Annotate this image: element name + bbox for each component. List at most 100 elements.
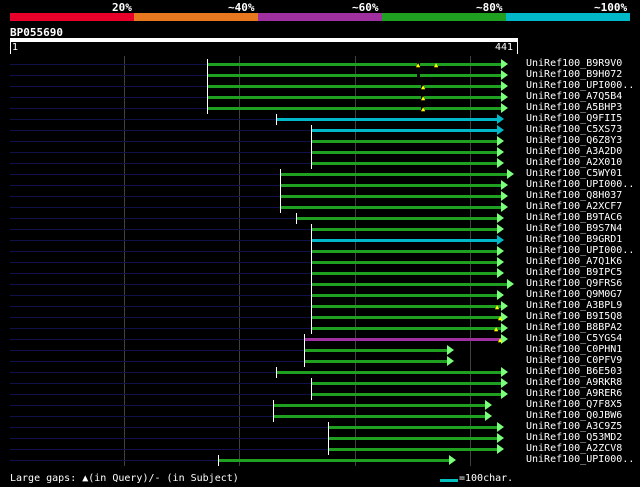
hit-label[interactable]: UniRef100_B9TAC6	[526, 212, 622, 223]
hit-alignment-bar[interactable]	[311, 239, 498, 242]
hit-alignment-bar[interactable]	[311, 327, 502, 330]
legend-band-purple	[258, 13, 382, 21]
hit-alignment-bar[interactable]	[311, 140, 498, 143]
hit-alignment-bar[interactable]	[280, 206, 502, 209]
hit-label[interactable]: UniRef100_A5BHP3	[526, 102, 622, 113]
hit-start-marker	[276, 367, 277, 378]
hit-alignment-bar[interactable]	[328, 426, 498, 429]
hit-label[interactable]: UniRef100_Q53MD2	[526, 432, 622, 443]
hit-label[interactable]: UniRef100_C5WY01	[526, 168, 622, 179]
hit-label[interactable]: UniRef100_Q8H037	[526, 190, 622, 201]
hit-label[interactable]: UniRef100_B9H072	[526, 69, 622, 80]
hit-alignment-bar[interactable]	[304, 360, 448, 363]
hit-label[interactable]: UniRef100_B9GRD1	[526, 234, 622, 245]
hit-alignment-bar[interactable]	[207, 107, 502, 110]
hit-label[interactable]: UniRef100_UPI000..	[526, 245, 634, 256]
hit-alignment-bar[interactable]	[328, 437, 498, 440]
hit-direction-arrow	[501, 367, 508, 377]
hit-alignment-bar[interactable]	[280, 184, 502, 187]
hit-label[interactable]: UniRef100_B9S7N4	[526, 223, 622, 234]
query-gap-marker: ▲	[494, 325, 499, 333]
hit-label[interactable]: UniRef100_B8BPA2	[526, 322, 622, 333]
hit-alignment-bar[interactable]	[276, 118, 498, 121]
hit-alignment-bar[interactable]	[311, 305, 502, 308]
hit-alignment-bar[interactable]	[207, 63, 502, 66]
hit-label[interactable]: UniRef100_Q7F8X5	[526, 399, 622, 410]
hit-alignment-bar[interactable]	[276, 371, 502, 374]
hit-alignment-bar[interactable]	[273, 404, 486, 407]
hit-alignment-bar[interactable]	[207, 96, 502, 99]
hit-alignment-bar[interactable]	[328, 448, 498, 451]
hit-alignment-bar[interactable]	[311, 393, 502, 396]
hit-alignment-bar[interactable]	[207, 85, 502, 88]
hit-direction-arrow	[501, 378, 508, 388]
hit-unaligned-track	[10, 218, 296, 219]
hit-label[interactable]: UniRef100_C5YGS4	[526, 333, 622, 344]
hit-direction-arrow	[501, 180, 508, 190]
hit-label[interactable]: UniRef100_Q0JBW6	[526, 410, 622, 421]
hit-label[interactable]: UniRef100_B9I5Q8	[526, 311, 622, 322]
query-gap-marker: ▲	[495, 303, 500, 311]
legend-band-cyan	[506, 13, 630, 21]
hit-label[interactable]: UniRef100_A2XCF7	[526, 201, 622, 212]
hit-alignment-bar[interactable]	[280, 173, 508, 176]
hit-alignment-bar[interactable]	[218, 459, 450, 462]
hit-label[interactable]: UniRef100_A9RKR8	[526, 377, 622, 388]
hit-alignment-bar[interactable]	[304, 349, 448, 352]
hit-label[interactable]: UniRef100_C0PFV9	[526, 355, 622, 366]
hit-label[interactable]: UniRef100_Q9FRS6	[526, 278, 622, 289]
hit-start-marker	[328, 433, 329, 444]
hit-label[interactable]: UniRef100_A9RER6	[526, 388, 622, 399]
hit-alignment-bar[interactable]	[296, 217, 498, 220]
hit-label[interactable]: UniRef100_UPI000..	[526, 179, 634, 190]
hit-alignment-bar[interactable]	[311, 261, 498, 264]
hit-start-marker	[311, 323, 312, 334]
hit-alignment-bar[interactable]	[311, 250, 498, 253]
query-gap-marker: ▲	[434, 61, 439, 69]
hit-direction-arrow	[501, 59, 508, 69]
hit-label[interactable]: UniRef100_A3BPL9	[526, 300, 622, 311]
hit-alignment-bar[interactable]	[280, 195, 502, 198]
hit-label[interactable]: UniRef100_A3A2D0	[526, 146, 622, 157]
hit-alignment-bar[interactable]	[311, 272, 498, 275]
hit-alignment-bar[interactable]	[304, 338, 502, 341]
hit-alignment-bar[interactable]	[311, 129, 498, 132]
hit-label[interactable]: UniRef100_A7Q5B4	[526, 91, 622, 102]
query-gap-marker: ▲	[498, 336, 503, 344]
hit-direction-arrow	[501, 81, 508, 91]
hit-start-marker	[311, 257, 312, 268]
hit-unaligned-track	[10, 383, 311, 384]
hit-unaligned-track	[10, 185, 280, 186]
hit-label[interactable]: UniRef100_Q6Z8Y3	[526, 135, 622, 146]
hit-label[interactable]: UniRef100_UPI000..	[526, 454, 634, 465]
hit-unaligned-track	[10, 295, 311, 296]
hit-label[interactable]: UniRef100_B9IPC5	[526, 267, 622, 278]
hit-alignment-bar[interactable]	[311, 228, 498, 231]
hit-unaligned-track	[10, 163, 311, 164]
hit-alignment-bar[interactable]	[311, 162, 498, 165]
hit-label[interactable]: UniRef100_A7Q1K6	[526, 256, 622, 267]
hit-label[interactable]: UniRef100_A2X010	[526, 157, 622, 168]
query-end-tick	[517, 42, 518, 54]
hit-label[interactable]: UniRef100_UPI000..	[526, 80, 634, 91]
hit-alignment-bar[interactable]	[311, 151, 498, 154]
hit-alignment-bar[interactable]	[311, 382, 502, 385]
hit-label[interactable]: UniRef100_A2ZCV8	[526, 443, 622, 454]
hit-label[interactable]: UniRef100_C0PHN1	[526, 344, 622, 355]
hit-row[interactable]: UniRef100_UPI000..	[0, 454, 640, 466]
hit-alignment-bar[interactable]	[311, 316, 502, 319]
hit-alignment-bar[interactable]	[311, 294, 498, 297]
hit-label[interactable]: UniRef100_A3C9Z5	[526, 421, 622, 432]
hit-label[interactable]: UniRef100_Q9FII5	[526, 113, 622, 124]
hit-start-marker	[311, 389, 312, 400]
hit-direction-arrow	[449, 455, 456, 465]
hit-label[interactable]: UniRef100_C5XS73	[526, 124, 622, 135]
hit-alignment-bar[interactable]	[273, 415, 486, 418]
hit-alignment-bar[interactable]	[207, 74, 502, 77]
hit-direction-arrow	[447, 356, 454, 366]
hit-label[interactable]: UniRef100_Q9M0G7	[526, 289, 622, 300]
hit-label[interactable]: UniRef100_B9R9V0	[526, 58, 622, 69]
hit-label[interactable]: UniRef100_B6E503	[526, 366, 622, 377]
hit-alignment-bar[interactable]	[311, 283, 508, 286]
hit-direction-arrow	[497, 290, 504, 300]
